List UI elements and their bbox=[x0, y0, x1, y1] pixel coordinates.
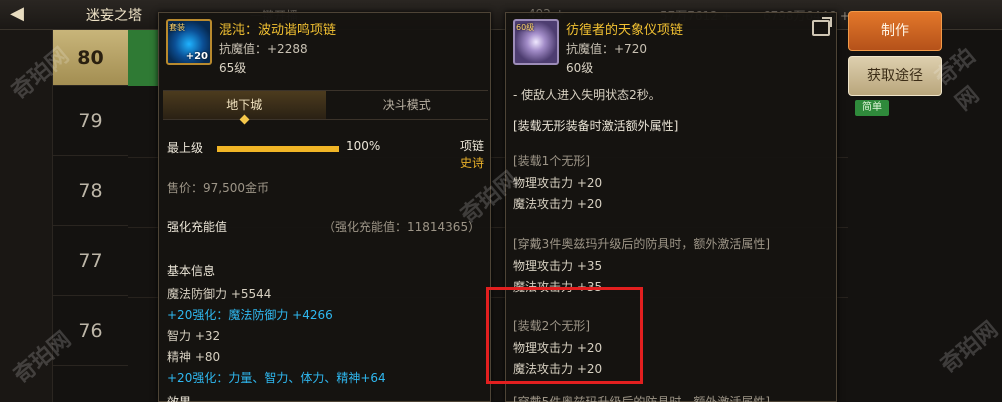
effect-line: [穿戴5件奥兹玛升级后的防具时，额外激活属性] bbox=[513, 395, 770, 402]
effect-line: - 使敌人进入失明状态2秒。 bbox=[513, 88, 661, 102]
item-level: 65级 bbox=[219, 61, 247, 75]
stat-line: +20强化：魔法防御力 +4266 bbox=[167, 308, 333, 322]
floor-row-80[interactable]: 80 bbox=[53, 30, 128, 86]
effect-line: 物理攻击力 +20 bbox=[513, 176, 603, 190]
item-name: 彷徨者的天象仪项链 bbox=[566, 23, 684, 38]
reinforce-value: （强化充能值：11814365） bbox=[323, 220, 481, 234]
necklace-item-icon: 套装 +20 bbox=[166, 19, 212, 65]
back-arrow-icon[interactable]: ◀ bbox=[6, 3, 28, 25]
tab-pvp[interactable]: 决斗模式 bbox=[326, 91, 489, 119]
item-magic-resist: 抗魔值：+720 bbox=[566, 42, 647, 56]
floor-row-78[interactable]: 78 bbox=[53, 156, 128, 226]
highlight-box bbox=[486, 287, 643, 384]
tower-title: 迷妄之塔 bbox=[86, 8, 142, 24]
grade-progress-fill bbox=[217, 146, 339, 152]
item-slot: 项链 bbox=[460, 139, 485, 153]
icon-tag: 套装 bbox=[169, 23, 185, 32]
left-strip bbox=[0, 30, 53, 402]
effect-line: [穿戴3件奥兹玛升级后的防具时，额外激活属性] bbox=[513, 237, 770, 251]
tab-label: 地下城 bbox=[226, 98, 263, 112]
stat-line: 精神 +80 bbox=[167, 350, 221, 364]
basic-info-label: 基本信息 bbox=[167, 264, 216, 278]
effect-line: 魔法攻击力 +20 bbox=[513, 197, 603, 211]
watermark: 奇珀网 bbox=[936, 317, 1002, 379]
grade-label: 最上级 bbox=[167, 141, 204, 155]
item-level: 60级 bbox=[566, 61, 594, 75]
icon-tag: 60级 bbox=[516, 23, 535, 32]
share-icon[interactable] bbox=[812, 17, 832, 36]
stat-line: +20强化：力量、智力、体力、精神+64 bbox=[167, 371, 386, 385]
active-tab-indicator bbox=[239, 114, 250, 125]
item-name: 混沌：波动谐鸣项链 bbox=[219, 23, 337, 38]
tab-dungeon[interactable]: 地下城 bbox=[163, 91, 326, 125]
floor-row-76[interactable]: 76 bbox=[53, 296, 128, 366]
effect-line: [装载无形装备时激活额外属性] bbox=[513, 119, 679, 133]
floor-row-79[interactable]: 79 bbox=[53, 86, 128, 156]
stat-line: 魔法防御力 +5544 bbox=[167, 287, 272, 301]
stat-line: 智力 +32 bbox=[167, 329, 221, 343]
item-price: 售价：97,500金币 bbox=[167, 181, 269, 195]
reinforce-label: 强化充能值 bbox=[167, 220, 228, 234]
item-rarity: 史诗 bbox=[460, 156, 485, 170]
floor-80-reward-bar bbox=[128, 30, 160, 86]
effect-line: [装载1个无形] bbox=[513, 154, 590, 168]
difficulty-badge: 简单 bbox=[855, 100, 889, 116]
astrolabe-item-icon: 60级 bbox=[513, 19, 559, 65]
effect-line: 物理攻击力 +35 bbox=[513, 259, 603, 273]
equipped-item-tooltip: 套装 +20 混沌：波动谐鸣项链 抗魔值：+2288 65级 地下城 决斗模式 … bbox=[158, 12, 491, 402]
item-magic-resist: 抗魔值：+2288 bbox=[219, 42, 308, 56]
obtain-method-button[interactable]: 获取途径 bbox=[848, 56, 942, 96]
grade-progress-bar bbox=[217, 146, 339, 152]
floor-row-77[interactable]: 77 bbox=[53, 226, 128, 296]
icon-enhance-level: +20 bbox=[185, 51, 208, 62]
grade-percent: 100% bbox=[346, 139, 381, 153]
floor-list: 80 79 78 77 76 bbox=[53, 30, 128, 402]
effect-heading: 效果 bbox=[167, 395, 192, 402]
mode-tabs: 地下城 决斗模式 bbox=[163, 90, 489, 125]
make-button[interactable]: 制作 bbox=[848, 11, 942, 51]
